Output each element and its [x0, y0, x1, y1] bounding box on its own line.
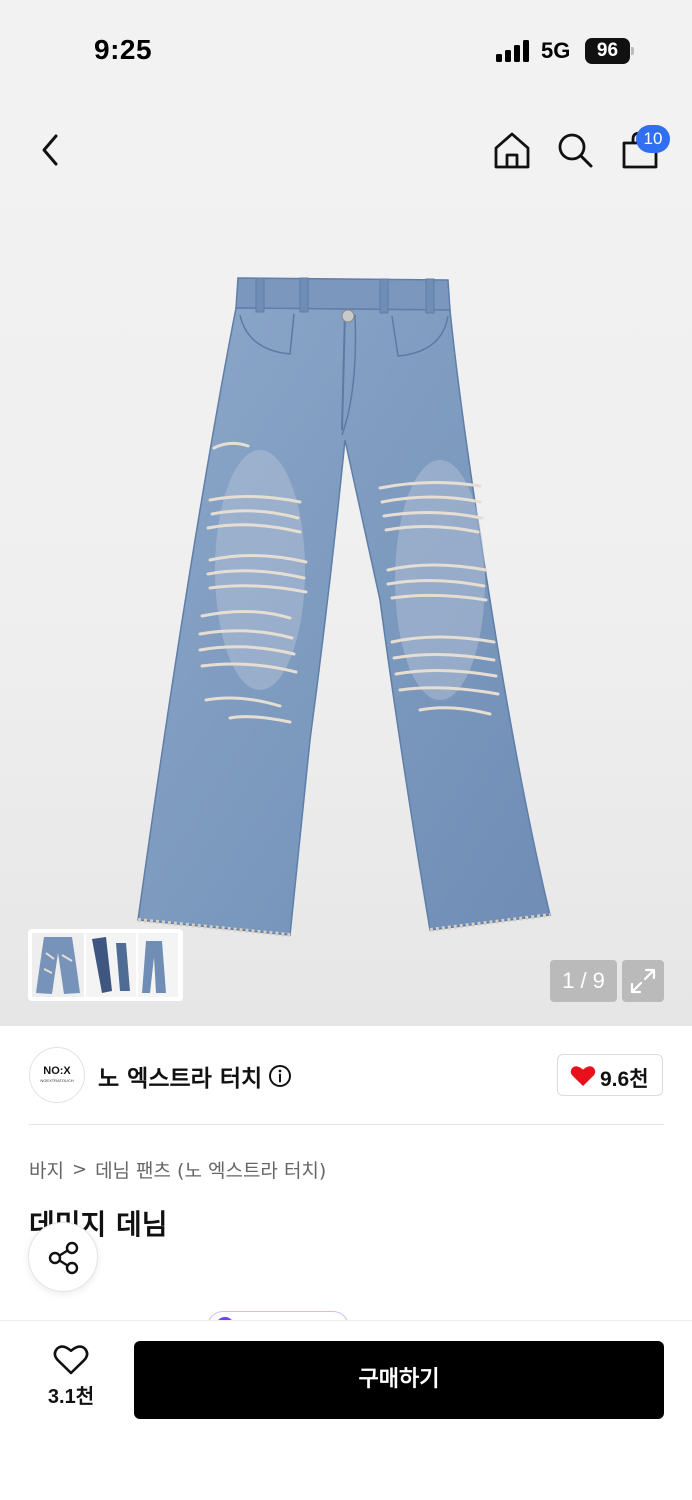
brand-logo-text: NO:X	[43, 1065, 71, 1077]
expand-icon	[630, 968, 656, 994]
product-image-jeans[interactable]	[130, 270, 560, 950]
brand-like-button[interactable]: 9.6천	[557, 1054, 663, 1096]
heart-outline-icon	[53, 1345, 89, 1375]
brand-name[interactable]: 노 엑스트라 터치	[98, 1059, 262, 1093]
wishlist-count: 3.1천	[47, 1386, 95, 1408]
breadcrumb: 바지 > 데님 팬츠 (노 엑스트라 터치)	[29, 1156, 326, 1182]
info-icon[interactable]	[268, 1064, 292, 1088]
battery-tip	[631, 47, 634, 55]
share-button[interactable]	[28, 1222, 98, 1292]
status-bar: 9:25 5G 96	[0, 0, 692, 100]
network-label: 5G	[541, 38, 571, 63]
home-icon[interactable]	[492, 130, 532, 170]
share-icon	[48, 1241, 79, 1275]
brand-like-count: 9.6천	[600, 1068, 649, 1091]
thumbnail-strip[interactable]	[28, 929, 183, 1001]
expand-button[interactable]	[622, 960, 664, 1002]
signal-icon	[496, 40, 529, 62]
cart-count-badge: 10	[636, 125, 670, 153]
thumbnail-jeans-3[interactable]	[138, 933, 178, 997]
brand-logo-subtext: NOEXTRATOUCH	[40, 1078, 74, 1083]
breadcrumb-subcategory[interactable]: 데님 팬츠 (노 엑스트라 터치)	[95, 1156, 326, 1183]
status-time: 9:25	[94, 34, 153, 65]
image-pager: 1 / 9	[550, 960, 617, 1002]
thumbnail-jeans-2[interactable]	[86, 933, 136, 997]
brand-logo[interactable]: NO:X NOEXTRATOUCH	[29, 1047, 85, 1103]
breadcrumb-category[interactable]: 바지	[29, 1156, 64, 1183]
wishlist-button[interactable]: 3.1천	[30, 1344, 112, 1414]
heart-filled-icon	[570, 1066, 596, 1086]
section-divider	[28, 1124, 664, 1125]
thumbnail-jeans-1[interactable]	[32, 933, 84, 997]
back-button[interactable]	[36, 130, 64, 170]
battery-indicator: 96	[585, 38, 630, 64]
breadcrumb-separator: >	[71, 1158, 88, 1180]
buy-button[interactable]: 구매하기	[134, 1341, 664, 1419]
search-icon[interactable]	[555, 130, 595, 170]
